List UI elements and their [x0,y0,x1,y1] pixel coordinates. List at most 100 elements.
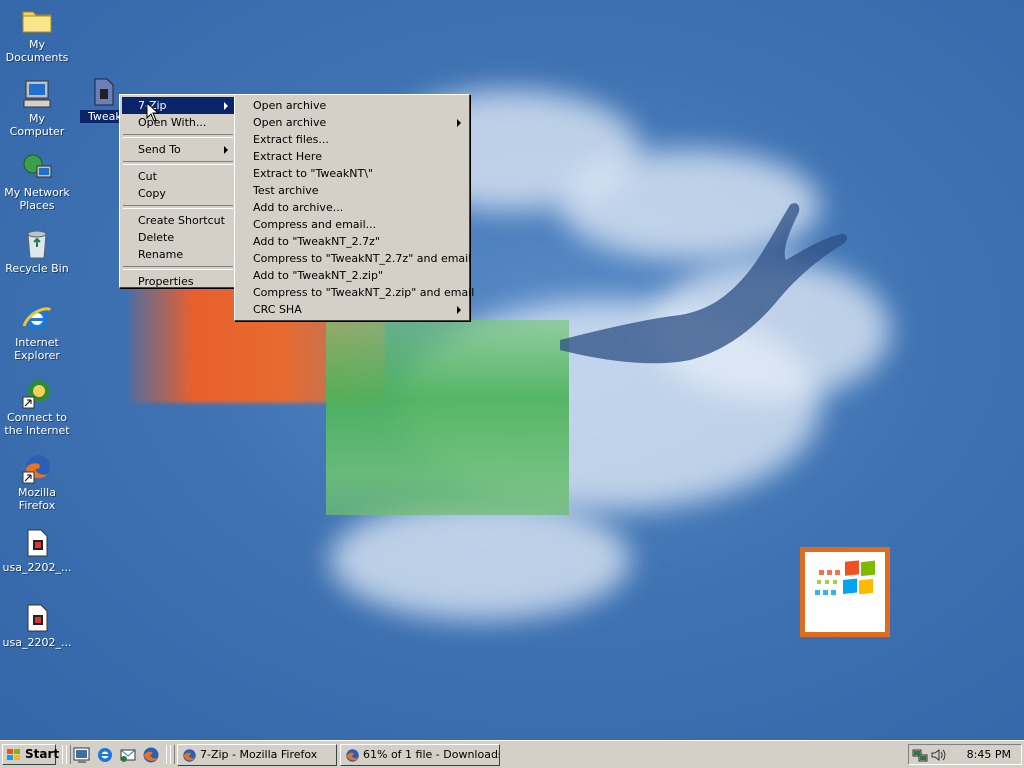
show-desktop-icon[interactable] [73,746,91,764]
menu-item-label: Open archive [253,116,327,129]
menu-item-label: Test archive [253,184,319,197]
menu-item-label: CRC SHA [253,303,302,316]
firefox-icon[interactable] [142,746,160,764]
taskbar-button-label: 61% of 1 file - Downloads [363,748,500,761]
mouse-cursor-icon [146,102,160,122]
menu-item-properties[interactable]: Properties [122,273,234,290]
submenu-arrow-icon [457,119,461,127]
desktop-icon-label: usa_2202_... [2,636,72,649]
archive-file-icon [87,76,119,108]
outlook-express-icon[interactable] [119,746,137,764]
desktop-icon-label: usa_2202_... [2,561,72,574]
submenu-item-extract-here[interactable]: Extract Here [237,148,467,165]
menu-item-label: Copy [138,187,166,200]
menu-item-label: Cut [138,170,157,183]
menu-separator [123,266,233,270]
desktop-icon-my-computer[interactable]: My Computer [0,78,74,138]
menu-item-rename[interactable]: Rename [122,246,234,263]
menu-item-label: Compress to "TweakNT_2.7z" and email [253,252,472,265]
toolbar-grip [66,745,71,764]
menu-item-send-to[interactable]: Send To [122,141,234,158]
desktop-icon-my-network-places[interactable]: My Network Places [0,152,74,212]
taskbar-button-label: 7-Zip - Mozilla Firefox [200,748,318,761]
menu-item-cut[interactable]: Cut [122,168,234,185]
start-button[interactable]: Start [2,744,60,765]
menu-item-label: Add to archive... [253,201,344,214]
menu-item-label: Create Shortcut [138,214,225,227]
submenu-item-compress-zip-email[interactable]: Compress to "TweakNT_2.zip" and email [237,284,474,301]
windows-flag-icon [815,560,875,595]
windows-flag-icon [7,749,20,760]
network-icon [21,152,53,184]
menu-item-create-shortcut[interactable]: Create Shortcut [122,212,234,229]
desktop-icon-connect-to-the-internet[interactable]: Connect to the Internet [0,377,74,437]
taskbar: Start 7-Zip - Mozilla Firefox 61% of 1 f… [0,740,1024,768]
submenu-item-compress-7z-email[interactable]: Compress to "TweakNT_2.7z" and email [237,250,471,267]
desktop-icon-recycle-bin[interactable]: Recycle Bin [0,228,74,275]
menu-item-label: Add to "TweakNT_2.zip" [253,269,383,282]
media-file-icon [21,527,53,559]
folder-icon [21,4,53,36]
start-label: Start [25,747,60,761]
menu-item-label: Extract Here [253,150,322,163]
computer-icon [21,78,53,110]
menu-item-label: Properties [138,275,194,288]
menu-item-label: Compress to "TweakNT_2.zip" and email [253,286,475,299]
submenu-arrow-icon [224,102,228,110]
menu-item-copy[interactable]: Copy [122,185,234,202]
menu-separator [123,161,233,165]
desktop-icon-label: Connect to the Internet [4,411,70,437]
desktop-icon-my-documents[interactable]: My Documents [0,4,74,64]
menu-item-label: Delete [138,231,175,244]
submenu-item-extract-files[interactable]: Extract files... [237,131,467,148]
menu-separator [123,205,233,209]
desktop-icon-label: Mozilla Firefox [18,486,56,512]
firefox-icon [183,749,196,762]
submenu-item-compress-and-email[interactable]: Compress and email... [237,216,467,233]
menu-item-open-with[interactable]: Open With... [122,114,234,131]
menu-item-label: Rename [138,248,184,261]
menu-item-label: Add to "TweakNT_2.7z" [253,235,380,248]
submenu-item-crc-sha[interactable]: CRC SHA [237,301,467,318]
volume-icon[interactable] [930,747,946,763]
submenu-item-open-archive-sub[interactable]: Open archive [237,114,467,131]
desktop-icon-media-file-2[interactable]: usa_2202_... [0,602,74,649]
desktop-icon-internet-explorer[interactable]: Internet Explorer [0,302,74,362]
desktop-icon-label: My Network Places [4,186,70,212]
desktop: My Documents My Computer My Network Plac… [0,0,1024,740]
firefox-icon [21,452,53,484]
7zip-submenu: Open archive Open archive Extract files.… [234,94,474,321]
windows-logo-badge [800,547,890,637]
recycle-bin-icon [21,228,53,260]
submenu-item-add-to-zip[interactable]: Add to "TweakNT_2.zip" [237,267,467,284]
taskbar-button-firefox[interactable]: 7-Zip - Mozilla Firefox [177,744,337,766]
menu-item-label: Compress and email... [253,218,377,231]
submenu-item-add-to-7z[interactable]: Add to "TweakNT_2.7z" [237,233,467,250]
desktop-icon-media-file-1[interactable]: usa_2202_... [0,527,74,574]
menu-item-label: Extract to "TweakNT\" [253,167,373,180]
submenu-arrow-icon [457,306,461,314]
connect-icon [21,377,53,409]
ie-icon[interactable] [96,746,114,764]
submenu-arrow-icon [224,146,228,154]
submenu-item-extract-to[interactable]: Extract to "TweakNT\" [237,165,467,182]
menu-item-delete[interactable]: Delete [122,229,234,246]
clock[interactable]: 8:45 PM [967,745,1011,765]
submenu-item-test-archive[interactable]: Test archive [237,182,467,199]
menu-item-7zip[interactable]: 7-Zip [122,97,234,114]
desktop-icon-label: Internet Explorer [14,336,60,362]
submenu-item-open-archive[interactable]: Open archive [237,97,467,114]
submenu-item-add-to-archive[interactable]: Add to archive... [237,199,467,216]
taskbar-button-downloads[interactable]: 61% of 1 file - Downloads [340,744,500,766]
desktop-icon-mozilla-firefox[interactable]: Mozilla Firefox [0,452,74,512]
wallpaper-diver [560,203,848,364]
wallpaper-cloud [330,500,630,620]
desktop-icon-label: Recycle Bin [5,262,69,275]
desktop-icon-label: My Documents [5,38,69,64]
system-tray: 8:45 PM [908,744,1022,765]
menu-item-label: Extract files... [253,133,329,146]
menu-item-label: Send To [138,143,181,156]
firefox-icon [346,749,359,762]
network-connection-icon[interactable] [912,747,928,763]
desktop-icon-label: My Computer [9,112,65,138]
